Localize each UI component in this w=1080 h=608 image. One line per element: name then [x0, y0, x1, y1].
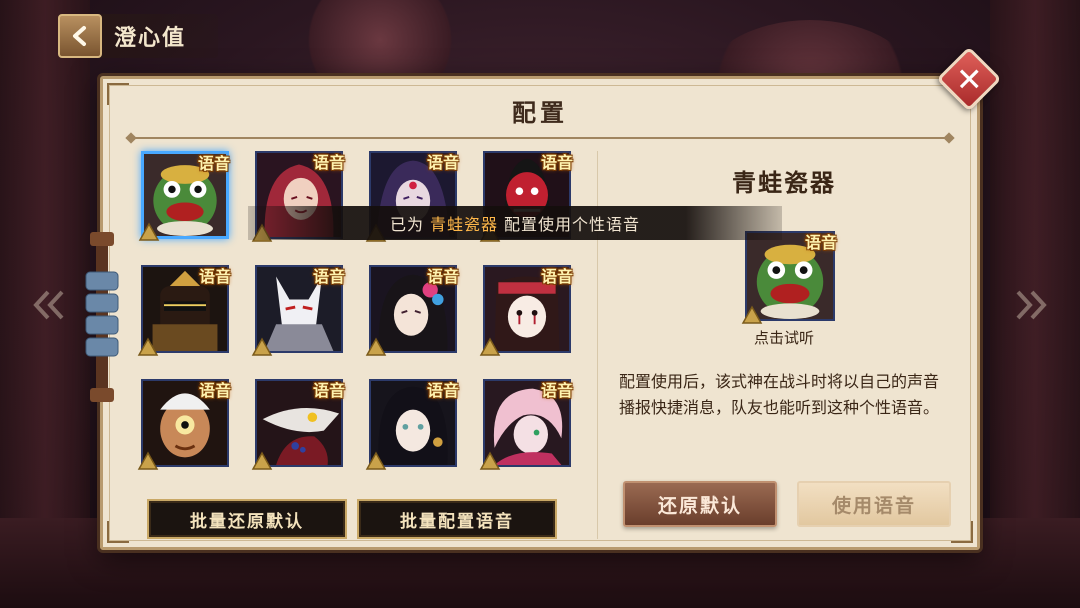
corner-tag-icon	[138, 222, 160, 241]
page-title: 澄心值	[114, 25, 187, 51]
voice-card[interactable]: 语音	[251, 379, 345, 470]
character-name: 青蛙瓷器	[732, 168, 836, 197]
title-divider	[131, 137, 949, 139]
voice-grid-panel: 语音 语音 语音 语音 语音 语音 语音 语音 语音 语音 语音 语音	[137, 151, 601, 491]
chevron-left-icon	[73, 26, 86, 46]
back-button[interactable]	[58, 14, 102, 58]
corner-tag-icon	[741, 305, 763, 324]
voice-card[interactable]: 语音	[251, 265, 345, 356]
toast-prefix: 已为	[389, 215, 424, 234]
voice-badge: 语音	[540, 381, 573, 400]
voice-card[interactable]: 语音	[365, 379, 459, 470]
config-dialog: 配置 语音 语音 语音 语音 语音 语音 语音 语音 语音 语音 语音 语音 批量还原默认 批量配置语…	[100, 76, 980, 550]
use-voice-button[interactable]: 使用语音	[797, 481, 951, 527]
voice-description: 配置使用后，该式神在战斗时将以自己的声音播报快捷消息，队友也能听到这种个性语音。	[619, 372, 940, 417]
corner-tag-icon	[479, 337, 501, 356]
corner-tag-icon	[251, 337, 273, 356]
listen-hint: 点击试听	[753, 329, 814, 347]
voice-card[interactable]: 语音	[137, 265, 231, 356]
toast-highlight: 青蛙瓷器	[429, 215, 498, 234]
detail-panel: 青蛙瓷器 语音 点击试听 配置使用后，该式神在战斗时将以自己的声音播报快捷消息，…	[599, 141, 969, 541]
corner-tag-icon	[479, 451, 501, 470]
voice-badge: 语音	[197, 154, 230, 173]
toast-message: 已为 青蛙瓷器 配置使用个性语音	[248, 206, 782, 240]
header-bar: 澄心值	[58, 14, 218, 58]
voice-card[interactable]: 语音	[138, 151, 230, 241]
voice-badge: 语音	[198, 381, 231, 400]
voice-badge: 语音	[426, 153, 459, 172]
voice-badge: 语音	[426, 267, 459, 286]
voice-card[interactable]: 语音	[365, 265, 459, 356]
voice-grid: 语音 语音 语音 语音 语音 语音 语音 语音 语音 语音 语音 语音	[137, 151, 601, 470]
double-chevron-right-icon[interactable]	[1014, 290, 1048, 320]
voice-badge: 语音	[198, 267, 231, 286]
voice-badge: 语音	[312, 381, 345, 400]
voice-preview-card[interactable]: 语音	[741, 231, 837, 324]
corner-tag-icon	[365, 337, 387, 356]
voice-card[interactable]: 语音	[137, 379, 231, 470]
voice-badge: 语音	[312, 267, 345, 286]
voice-badge: 语音	[540, 267, 573, 286]
double-chevron-left-icon[interactable]	[32, 290, 66, 320]
restore-default-button[interactable]: 还原默认	[623, 481, 777, 527]
corner-tag-icon	[137, 337, 159, 356]
voice-card[interactable]: 语音	[479, 379, 573, 470]
corner-tag-icon	[251, 451, 273, 470]
close-icon: ✕	[955, 60, 983, 98]
batch-reset-button[interactable]: 批量还原默认	[147, 499, 347, 539]
voice-badge: 语音	[312, 153, 345, 172]
voice-badge: 语音	[426, 381, 459, 400]
corner-tag-icon	[137, 451, 159, 470]
voice-card[interactable]: 语音	[479, 265, 573, 356]
voice-badge: 语音	[804, 233, 837, 252]
batch-config-button[interactable]: 批量配置语音	[357, 499, 557, 539]
dialog-title: 配置	[512, 98, 568, 127]
scroll-knot-decoration	[85, 232, 119, 402]
corner-tag-icon	[365, 451, 387, 470]
toast-suffix: 配置使用个性语音	[504, 215, 641, 234]
voice-badge: 语音	[540, 153, 573, 172]
